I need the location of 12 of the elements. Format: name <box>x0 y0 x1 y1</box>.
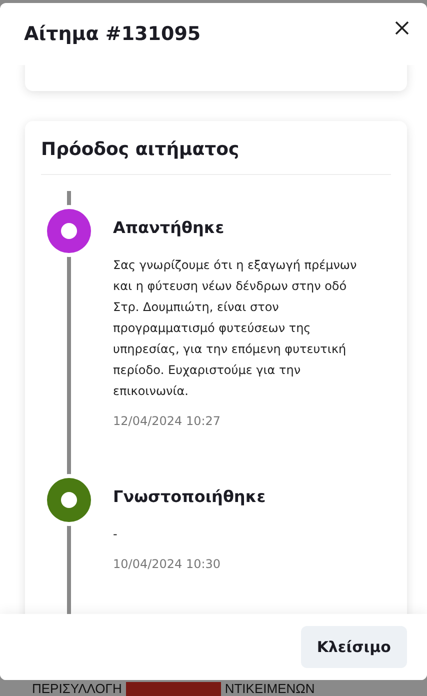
background-text: ΠΕΡΙΣΥΛΛΟΓΗ <box>32 682 122 696</box>
status-message: - <box>113 526 118 543</box>
close-button[interactable]: Κλείσιμο <box>300 626 407 668</box>
status-date: 12/04/2024 10:27 <box>113 414 222 428</box>
status-date: 10/04/2024 10:30 <box>113 557 222 571</box>
background-text: ΝΤΙΚΕΙΜΕΝΩΝ <box>224 682 315 696</box>
close-icon[interactable] <box>394 20 410 36</box>
progress-title: Πρόοδος αιτήματος <box>41 135 391 175</box>
status-message: Σας γνωρίζουμε ότι η εξαγωγή πρέμνων και η φύτευση νέων δένδρων στην οδό Στρ. Δουμπιώτη, είναι στον προγραμματισμό φυτεύσεων της υπηρεσίας, για την επόμενη φυτευτική περίοδο. Ευχαριστούμε για την επικοινωνία. <box>113 257 358 400</box>
dialog-title: Αίτημα #131095 <box>24 23 201 45</box>
status-label: Απαντήθηκε <box>113 218 226 237</box>
status-label: Γνωστοποιήθηκε <box>113 487 267 506</box>
